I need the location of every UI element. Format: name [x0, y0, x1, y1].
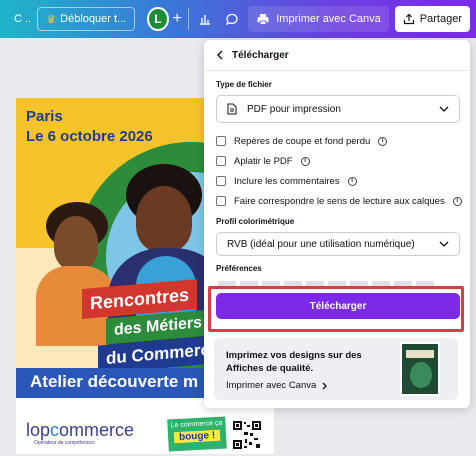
- analytics-icon[interactable]: [195, 7, 216, 31]
- crown-icon: ♛: [46, 13, 57, 26]
- add-collaborator-icon[interactable]: +: [173, 10, 182, 28]
- design-title-crumb[interactable]: C ...: [0, 13, 31, 25]
- include-comments-label: Inclure les commentaires: [234, 175, 340, 187]
- thumbnail-plant: [410, 362, 432, 388]
- option-crop-marks[interactable]: Repères de coupe et fond perdu i: [204, 135, 470, 147]
- file-type-value: PDF pour impression: [247, 103, 341, 115]
- user-avatar[interactable]: L: [147, 7, 169, 31]
- color-profile-label: Profil colorimétrique: [216, 217, 295, 226]
- print-label: Imprimer avec Canva: [276, 13, 381, 25]
- file-type-label: Type de fichier: [216, 80, 272, 89]
- opcommerce-logo: lopcommerce: [26, 420, 135, 440]
- poster-city: Paris: [26, 108, 63, 125]
- share-icon: [403, 13, 414, 25]
- badge-big-text: bouge !: [173, 429, 221, 443]
- preferences-label: Préférences: [216, 264, 262, 273]
- crop-marks-label: Repères de coupe et fond perdu: [234, 135, 371, 147]
- qr-code-icon: [232, 420, 262, 450]
- color-profile-select[interactable]: RVB (idéal pour une utilisation numériqu…: [216, 232, 460, 256]
- top-toolbar: C ... ♛ Débloquer t... L + Imprimer avec…: [0, 0, 476, 38]
- share-button[interactable]: Partager: [394, 6, 470, 32]
- download-button-highlight: [208, 286, 464, 332]
- thumbnail-title-bar: [406, 350, 434, 358]
- printer-icon: [257, 14, 269, 25]
- commerce-bouge-logo: Le commerce ça bouge !: [167, 416, 227, 452]
- toolbar-divider: [187, 8, 189, 30]
- reading-direction-checkbox[interactable]: [216, 196, 226, 206]
- share-label: Partager: [419, 13, 462, 25]
- badge-small-text: Le commerce ça: [170, 419, 223, 430]
- document-icon: [227, 103, 237, 115]
- promo-link-label: Imprimer avec Canva: [226, 380, 317, 391]
- unlock-pro-button[interactable]: ♛ Débloquer t...: [37, 7, 136, 31]
- download-panel-header[interactable]: Télécharger: [204, 40, 470, 70]
- poster-date: Le 6 octobre 2026: [26, 128, 153, 145]
- include-comments-checkbox[interactable]: [216, 176, 226, 186]
- info-icon[interactable]: i: [347, 176, 357, 186]
- unlock-pro-label: Débloquer t...: [60, 13, 127, 25]
- crop-marks-checkbox[interactable]: [216, 136, 226, 146]
- flatten-pdf-label: Aplatir le PDF: [234, 155, 293, 167]
- file-type-select[interactable]: PDF pour impression: [216, 95, 460, 123]
- chevron-left-icon[interactable]: [216, 50, 224, 60]
- color-profile-value: RVB (idéal pour une utilisation numériqu…: [227, 238, 415, 250]
- reading-direction-label: Faire correspondre le sens de lecture au…: [234, 195, 445, 207]
- flatten-pdf-checkbox[interactable]: [216, 156, 226, 166]
- info-icon[interactable]: i: [300, 156, 310, 166]
- option-include-comments[interactable]: Inclure les commentaires i: [204, 175, 470, 187]
- comment-icon[interactable]: [221, 7, 242, 31]
- person-center-face: [136, 186, 192, 252]
- print-with-canva-button[interactable]: Imprimer avec Canva: [248, 6, 389, 32]
- info-icon[interactable]: i: [378, 136, 388, 146]
- chevron-down-icon: [439, 106, 449, 112]
- promo-title: Imprimez vos designs sur des Affiches de…: [226, 350, 362, 374]
- promo-print-link[interactable]: Imprimer avec Canva: [226, 380, 328, 391]
- info-icon[interactable]: i: [452, 196, 462, 206]
- opcommerce-logo-subtitle: Opérateur de compétences: [34, 440, 95, 446]
- chevron-right-icon: [322, 382, 328, 389]
- chevron-down-icon: [439, 241, 449, 247]
- option-reading-direction[interactable]: Faire correspondre le sens de lecture au…: [204, 195, 470, 207]
- download-panel-title: Télécharger: [232, 49, 289, 61]
- print-promo-card[interactable]: Imprimez vos designs sur des Affiches de…: [214, 338, 458, 400]
- poster-thumbnail: [400, 342, 440, 396]
- person-left-face: [54, 216, 98, 270]
- poster-workshop-text: Atelier découverte m: [30, 372, 199, 391]
- option-flatten-pdf[interactable]: Aplatir le PDF i: [204, 155, 470, 167]
